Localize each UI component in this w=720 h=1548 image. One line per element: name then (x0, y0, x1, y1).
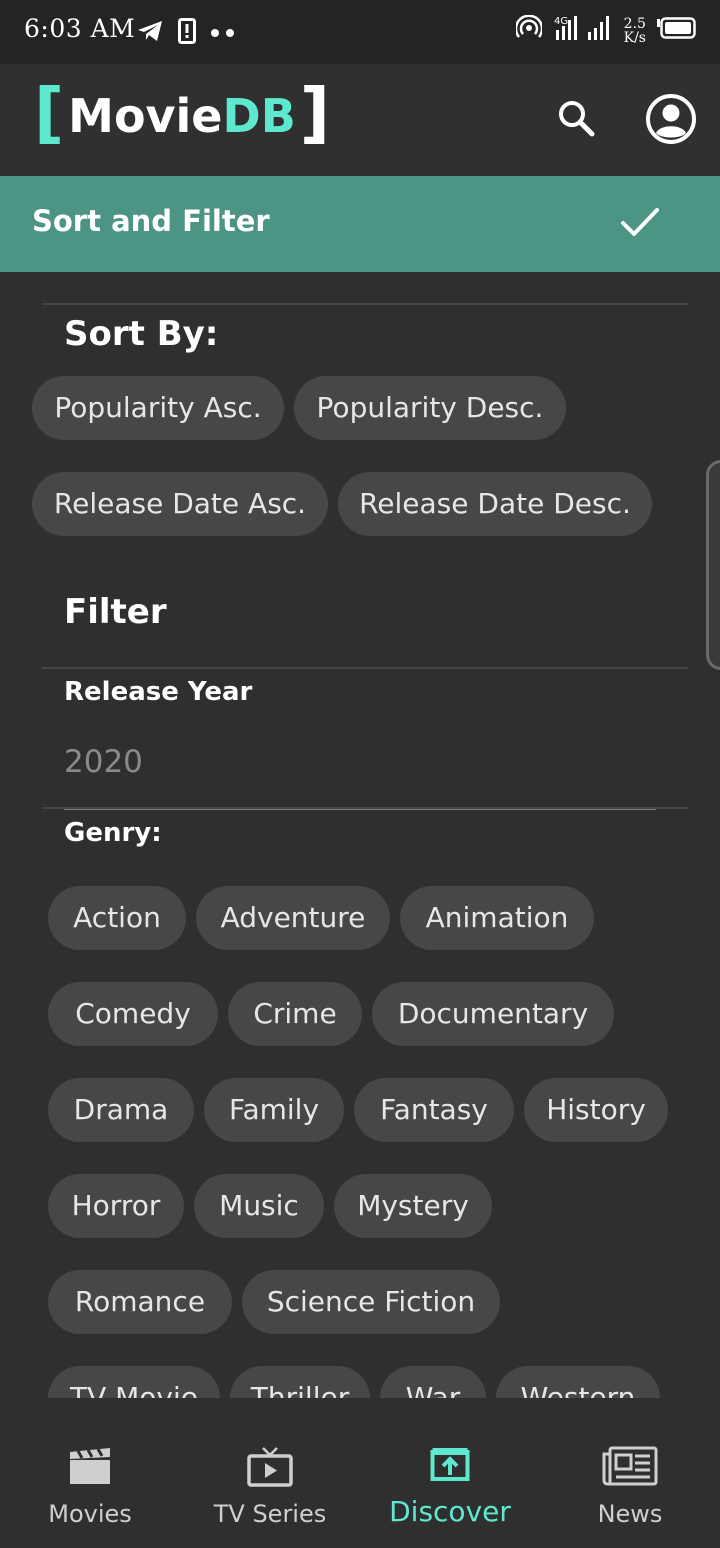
nav-item-news[interactable]: News (540, 1398, 720, 1548)
app-logo: [ Movie DB ] (34, 80, 330, 148)
search-button[interactable] (548, 92, 604, 148)
status-left-icons (136, 18, 236, 49)
sort-chip-popularity-desc[interactable]: Popularity Desc. (294, 376, 566, 440)
genre-chip-romance[interactable]: Romance (48, 1270, 232, 1334)
logo-db-text: DB (222, 89, 296, 143)
apply-button[interactable] (614, 198, 666, 250)
genre-chip-animation[interactable]: Animation (400, 886, 594, 950)
genre-chip-mystery[interactable]: Mystery (334, 1174, 492, 1238)
nav-item-movies[interactable]: Movies (0, 1398, 180, 1548)
genre-chip-crime[interactable]: Crime (228, 982, 362, 1046)
logo-bracket-open: [ (34, 74, 65, 151)
nav-label-news: News (597, 1500, 663, 1528)
account-icon (645, 93, 697, 150)
genre-chip-music[interactable]: Music (194, 1174, 324, 1238)
net-speed-value: 2.5 (623, 15, 646, 32)
account-button[interactable] (642, 92, 700, 150)
signal-icon: 4G (552, 14, 614, 47)
sort-filter-title: Sort and Filter (32, 204, 270, 238)
logo-movie-text: Movie (68, 89, 223, 143)
sort-chip-release-date-desc[interactable]: Release Date Desc. (338, 472, 652, 536)
genre-label: Genry: (64, 818, 162, 848)
check-icon (620, 206, 660, 243)
clapperboard-icon (68, 1446, 112, 1491)
sort-divider (42, 303, 688, 305)
net-speed-unit: K/s (623, 29, 646, 46)
sort-heading: Sort By: (64, 314, 219, 354)
status-bar: 6:03 AM 4G 2.5 K/s (0, 0, 720, 64)
genre-chip-horror[interactable]: Horror (48, 1174, 184, 1238)
network-type-label: 4G (554, 16, 568, 27)
sim-icon (178, 18, 196, 49)
logo-bracket-close: ] (299, 74, 330, 151)
nav-label-discover: Discover (389, 1495, 511, 1528)
filter-heading: Filter (64, 592, 167, 632)
dots-icon (210, 25, 236, 43)
nav-label-tv-series: TV Series (213, 1500, 327, 1528)
genre-chip-documentary[interactable]: Documentary (372, 982, 614, 1046)
genre-chip-western[interactable]: Western (496, 1366, 660, 1398)
release-year-input[interactable]: 2020 (64, 744, 143, 780)
net-speed: 2.5 K/s (624, 17, 646, 45)
nav-item-tv-series[interactable]: TV Series (180, 1398, 360, 1548)
genre-chip-action[interactable]: Action (48, 886, 186, 950)
status-right-icons: 4G 2.5 K/s (514, 14, 696, 47)
newspaper-icon (602, 1446, 658, 1491)
search-icon (556, 98, 596, 143)
tv-icon (247, 1446, 293, 1493)
status-time: 6:03 AM (24, 14, 136, 43)
genre-chip-family[interactable]: Family (204, 1078, 344, 1142)
genre-chip-list: Action Adventure Animation Comedy Crime … (0, 860, 720, 1398)
genre-chip-comedy[interactable]: Comedy (48, 982, 218, 1046)
release-year-label: Release Year (64, 677, 253, 707)
nav-item-discover[interactable]: Discover (360, 1398, 540, 1548)
telegram-icon (136, 19, 164, 48)
discover-icon (430, 1446, 470, 1487)
genre-chip-fantasy[interactable]: Fantasy (354, 1078, 514, 1142)
nav-label-movies: Movies (48, 1500, 132, 1528)
sort-chip-release-date-asc[interactable]: Release Date Asc. (32, 472, 328, 536)
battery-icon (656, 17, 696, 44)
genre-chip-history[interactable]: History (524, 1078, 668, 1142)
genre-divider (42, 807, 688, 809)
scroll-handle[interactable] (706, 460, 720, 670)
sort-chip-popularity-asc[interactable]: Popularity Asc. (32, 376, 284, 440)
genre-chip-drama[interactable]: Drama (48, 1078, 194, 1142)
genre-chip-science-fiction[interactable]: Science Fiction (242, 1270, 500, 1334)
genre-chip-tv-movie[interactable]: TV Movie (48, 1366, 220, 1398)
genre-chip-thriller[interactable]: Thriller (230, 1366, 370, 1398)
filter-divider (42, 667, 688, 669)
genre-chip-war[interactable]: War (380, 1366, 486, 1398)
hotspot-icon (514, 14, 543, 46)
genre-chip-adventure[interactable]: Adventure (196, 886, 390, 950)
